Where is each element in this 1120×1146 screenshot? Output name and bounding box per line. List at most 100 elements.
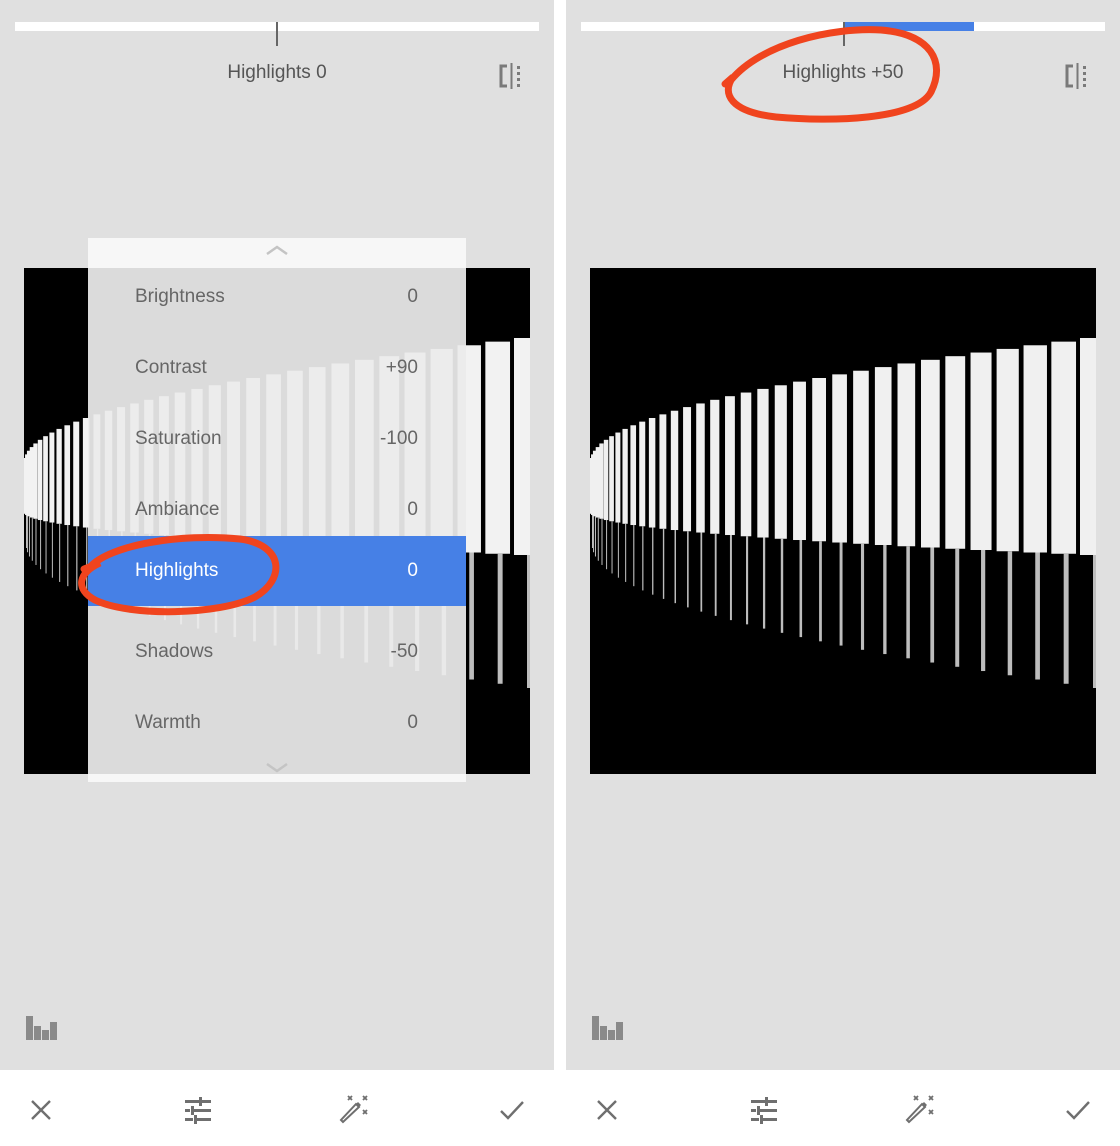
menu-item-saturation[interactable]: Saturation -100 (88, 404, 466, 474)
close-icon (31, 1100, 51, 1120)
photo-pillar (43, 436, 48, 522)
photo-pillar (740, 392, 752, 537)
colonnade-photo (590, 268, 1096, 774)
cancel-button[interactable] (21, 1090, 61, 1130)
photo-pillar-base (593, 515, 595, 553)
menu-item-warmth[interactable]: Warmth 0 (88, 688, 466, 758)
menu-item-label: Shadows (135, 641, 214, 662)
menu-item-brightness[interactable]: Brightness 0 (88, 262, 466, 332)
auto-enhance-button[interactable] (901, 1090, 941, 1130)
menu-item-value: 0 (407, 560, 418, 581)
photo-pillar (64, 425, 71, 526)
photo-pillar-base (819, 541, 822, 642)
menu-item-highlights[interactable]: Highlights 0 (88, 536, 466, 606)
photo-pillar-base (27, 515, 29, 553)
menu-bottom-cap (88, 774, 466, 782)
photo-pillar-base (611, 521, 613, 574)
photo-pillar-base (762, 537, 766, 629)
photo-pillar (485, 341, 511, 554)
photo-pillar-base (700, 532, 703, 612)
sliders-icon (751, 1097, 777, 1124)
photo-pillar (603, 439, 609, 521)
photo-pillar (49, 432, 55, 523)
photo-preview[interactable] (590, 268, 1096, 774)
tune-button[interactable] (178, 1090, 218, 1130)
photo-pillar-base (652, 527, 654, 595)
photo-pillar-base (617, 522, 619, 578)
photo-pillar-base (31, 517, 33, 561)
photo-pillar (970, 352, 992, 551)
photo-pillar-base (51, 522, 53, 578)
apply-button[interactable] (492, 1090, 532, 1130)
chevron-up-icon[interactable] (265, 244, 289, 256)
checkmark-icon (500, 1101, 524, 1120)
chevron-down-icon[interactable] (265, 762, 289, 774)
apply-button[interactable] (1058, 1090, 1098, 1130)
menu-item-ambiance[interactable]: Ambiance 0 (88, 475, 466, 545)
photo-pillar-base (35, 518, 37, 565)
photo-pillar-base (780, 538, 784, 633)
menu-item-label: Brightness (135, 286, 225, 307)
adjustment-value-label: Highlights 0 (227, 62, 327, 83)
menu-item-label: Highlights (135, 560, 219, 581)
photo-pillar (945, 356, 966, 549)
photo-pillar (897, 363, 916, 547)
photo-pillar-base (527, 555, 530, 688)
photo-pillar (725, 396, 735, 536)
slider-center-marker (843, 22, 845, 46)
photo-pillar-base (746, 536, 749, 625)
compare-split-icon[interactable] (498, 62, 526, 90)
auto-enhance-button[interactable] (335, 1090, 375, 1130)
right-editor-panel: Highlights +50 (566, 0, 1120, 1146)
photo-pillar (639, 421, 646, 527)
photo-pillar (757, 388, 769, 538)
photo-pillar (996, 348, 1019, 552)
slider-fill (843, 22, 974, 31)
photo-pillar (670, 410, 679, 531)
photo-pillar (832, 374, 847, 543)
menu-item-value: +90 (385, 357, 418, 378)
cancel-button[interactable] (587, 1090, 627, 1130)
photo-pillar-base (469, 552, 474, 680)
photo-pillar-base (955, 548, 960, 667)
histogram-icon[interactable] (591, 1016, 625, 1040)
histogram-icon[interactable] (25, 1016, 59, 1040)
photo-pillar-base (1063, 553, 1069, 684)
slider-center-marker (276, 22, 278, 46)
photo-pillar-base (906, 546, 910, 659)
photo-pillar (683, 407, 692, 532)
photo-pillar-base (930, 547, 935, 663)
menu-item-contrast[interactable]: Contrast +90 (88, 333, 466, 403)
photo-pillar (33, 443, 38, 519)
photo-pillar-base (883, 545, 887, 655)
photo-pillar-base (674, 530, 677, 604)
photo-pillar (37, 439, 43, 521)
photo-pillar (29, 447, 34, 518)
photo-pillar (56, 428, 62, 524)
photo-pillar-base (67, 525, 69, 587)
menu-item-value: 0 (407, 712, 418, 733)
photo-pillar-base (714, 533, 717, 616)
menu-item-label: Warmth (135, 712, 201, 733)
photo-pillar (615, 432, 621, 523)
tune-button[interactable] (744, 1090, 784, 1130)
adjustment-value-label: Highlights +50 (782, 62, 904, 83)
magic-wand-icon (905, 1095, 934, 1124)
photo-pillar-base (729, 535, 732, 621)
photo-pillar (514, 338, 530, 555)
menu-item-shadows[interactable]: Shadows -50 (88, 617, 466, 687)
photo-pillar (659, 414, 667, 529)
adjustment-menu: Brightness 0 Contrast +90 Saturation -10… (88, 238, 466, 782)
photo-pillar (874, 367, 892, 546)
compare-split-icon[interactable] (1064, 62, 1092, 90)
photo-pillar-base (59, 523, 61, 582)
panel-divider (554, 0, 566, 1146)
photo-pillar (1051, 341, 1077, 554)
photo-pillar-base (601, 518, 603, 565)
menu-item-value: 0 (407, 499, 418, 520)
close-icon (597, 1100, 617, 1120)
photo-pillar-base (76, 526, 78, 591)
menu-item-value: -50 (390, 641, 418, 662)
checkmark-icon (1066, 1101, 1090, 1120)
photo-pillar (812, 378, 826, 542)
